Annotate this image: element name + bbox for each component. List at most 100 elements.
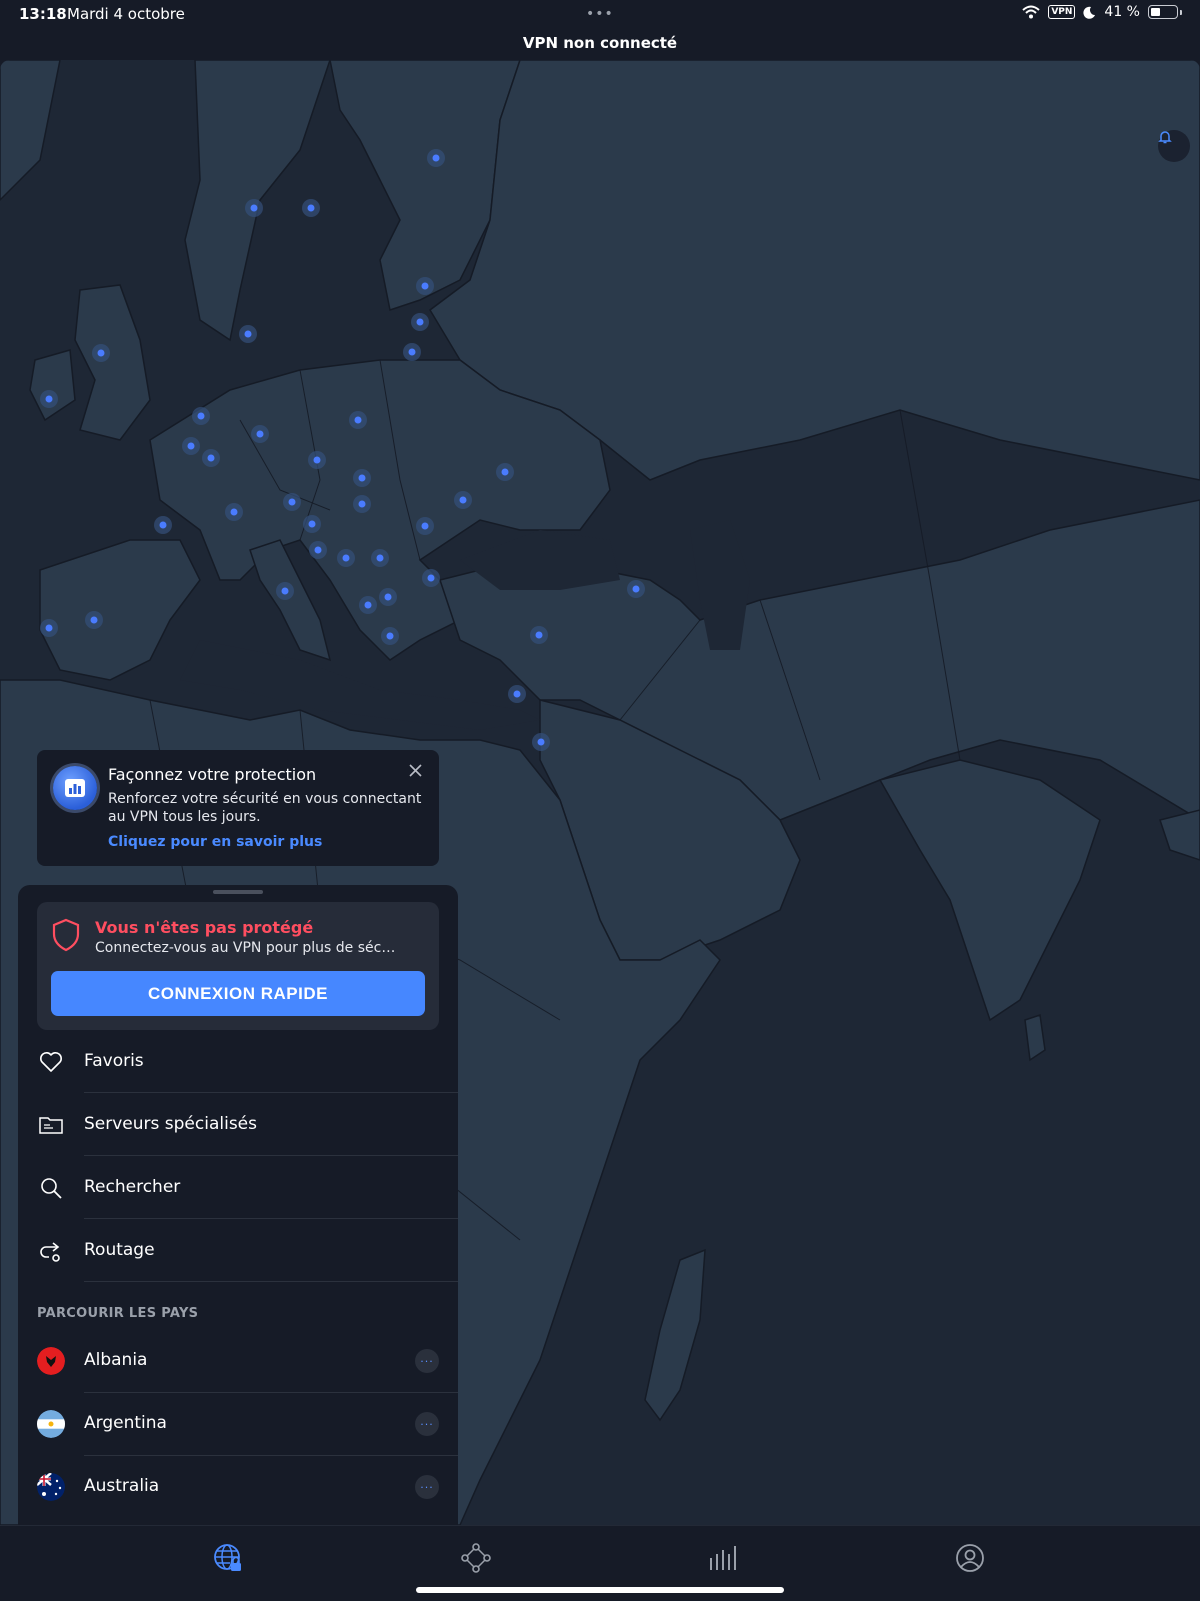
server-location-dot[interactable]: [358, 500, 366, 508]
server-location-dot[interactable]: [535, 631, 543, 639]
server-location-dot[interactable]: [459, 496, 467, 504]
server-location-dot[interactable]: [250, 204, 258, 212]
server-location-dot[interactable]: [307, 204, 315, 212]
menu-item-rechercher[interactable]: Rechercher: [18, 1156, 458, 1219]
menu-item-favoris[interactable]: Favoris: [18, 1030, 458, 1093]
server-location-dot[interactable]: [342, 554, 350, 562]
more-options-button[interactable]: ···: [415, 1412, 439, 1436]
server-location-dot[interactable]: [308, 520, 316, 528]
server-location-dot[interactable]: [45, 395, 53, 403]
menu-item-label: Rechercher: [84, 1177, 181, 1197]
server-location-dot[interactable]: [313, 456, 321, 464]
server-location-dot[interactable]: [421, 282, 429, 290]
search-icon: [41, 1178, 62, 1199]
promo-card: Façonnez votre protection Renforcez votr…: [37, 750, 439, 866]
protection-status-subtitle: Connectez-vous au VPN pour plus de séc…: [95, 940, 396, 956]
promo-close-button[interactable]: [407, 762, 423, 778]
country-name: Albania: [84, 1350, 148, 1370]
server-location-dot[interactable]: [416, 318, 424, 326]
server-location-dot[interactable]: [187, 442, 195, 450]
route-icon: [40, 1242, 60, 1262]
server-location-dot[interactable]: [432, 154, 440, 162]
server-location-dot[interactable]: [207, 454, 215, 462]
meshnet-icon: [461, 1543, 491, 1573]
status-indicators: VPN 41 %: [1022, 4, 1182, 20]
country-row-argentina[interactable]: Argentina ···: [18, 1393, 458, 1456]
server-location-dot[interactable]: [281, 587, 289, 595]
country-name: Argentina: [84, 1413, 167, 1433]
tab-map[interactable]: [210, 1540, 246, 1576]
protection-status-title: Vous n'êtes pas protégé: [95, 918, 314, 937]
menu-item-label: Routage: [84, 1240, 155, 1260]
tab-stats[interactable]: [705, 1540, 741, 1576]
protection-status-card: Vous n'êtes pas protégé Connectez-vous a…: [37, 902, 439, 1030]
server-location-dot[interactable]: [358, 474, 366, 482]
country-row-albania[interactable]: Albania ···: [18, 1330, 458, 1393]
country-row-australia[interactable]: Australia ···: [18, 1456, 458, 1519]
menu-item-label: Serveurs spécialisés: [84, 1114, 257, 1134]
server-location-dot[interactable]: [97, 349, 105, 357]
server-location-dot[interactable]: [256, 430, 264, 438]
server-location-dot[interactable]: [408, 348, 416, 356]
server-location-dot[interactable]: [90, 616, 98, 624]
menu-item-serveurs-specialises[interactable]: Serveurs spécialisés: [18, 1093, 458, 1156]
tab-meshnet[interactable]: [458, 1540, 494, 1576]
window-title: VPN non connecté: [522, 34, 678, 52]
connection-panel: Vous n'êtes pas protégé Connectez-vous a…: [18, 885, 458, 1525]
tab-profile[interactable]: [952, 1540, 988, 1576]
shield-icon: [52, 918, 80, 952]
multitasking-dots[interactable]: •••: [586, 6, 614, 22]
stats-icon: [710, 1546, 736, 1570]
server-location-dot[interactable]: [354, 416, 362, 424]
server-location-dot[interactable]: [501, 468, 509, 476]
promo-learn-more-link[interactable]: Cliquez pour en savoir plus: [108, 834, 322, 850]
menu-item-label: Favoris: [84, 1051, 144, 1071]
bottom-tab-bar: [0, 1525, 1200, 1601]
battery-tip: [1180, 9, 1182, 15]
more-options-button[interactable]: ···: [415, 1475, 439, 1499]
quick-connect-button[interactable]: CONNEXION RAPIDE: [51, 971, 425, 1016]
server-location-dot[interactable]: [244, 330, 252, 338]
argentina-flag-icon: [37, 1410, 65, 1438]
divider: [84, 1281, 458, 1282]
folder-icon: [39, 1117, 63, 1134]
server-location-dot[interactable]: [230, 508, 238, 516]
country-name: Australia: [84, 1476, 160, 1496]
albania-flag-icon: [37, 1347, 65, 1375]
server-location-dot[interactable]: [386, 632, 394, 640]
menu-item-routage[interactable]: Routage: [18, 1219, 458, 1282]
server-location-dot[interactable]: [288, 498, 296, 506]
battery-percent: 41 %: [1104, 4, 1140, 20]
status-time: 13:18: [19, 5, 67, 23]
server-location-dot[interactable]: [421, 522, 429, 530]
promo-body: Renforcez votre sécurité en vous connect…: [108, 791, 422, 825]
browse-countries-header: PARCOURIR LES PAYS: [37, 1306, 199, 1321]
notifications-button[interactable]: [1158, 130, 1190, 162]
battery-level: [1151, 8, 1160, 16]
moon-icon: [1083, 6, 1096, 19]
server-location-dot[interactable]: [364, 601, 372, 609]
server-location-dot[interactable]: [159, 521, 167, 529]
server-location-dot[interactable]: [197, 412, 205, 420]
status-date: Mardi 4 octobre: [67, 5, 185, 23]
server-location-dot[interactable]: [513, 690, 521, 698]
stats-badge-icon: [53, 766, 97, 810]
server-location-dot[interactable]: [632, 585, 640, 593]
bell-icon: [1158, 131, 1172, 144]
vpn-badge: VPN: [1048, 5, 1076, 19]
wifi-icon: [1022, 5, 1040, 19]
server-location-dot[interactable]: [376, 554, 384, 562]
server-location-dot[interactable]: [384, 593, 392, 601]
battery-icon: [1148, 5, 1178, 19]
server-location-dot[interactable]: [427, 574, 435, 582]
server-location-dot[interactable]: [314, 546, 322, 554]
home-indicator[interactable]: [416, 1587, 784, 1593]
australia-flag-icon: [37, 1473, 65, 1501]
server-location-dot[interactable]: [537, 738, 545, 746]
profile-icon: [956, 1544, 984, 1572]
drag-handle[interactable]: [213, 890, 263, 894]
heart-icon: [40, 1052, 62, 1072]
more-options-button[interactable]: ···: [415, 1349, 439, 1373]
globe-lock-icon: [214, 1544, 241, 1571]
server-location-dot[interactable]: [45, 624, 53, 632]
